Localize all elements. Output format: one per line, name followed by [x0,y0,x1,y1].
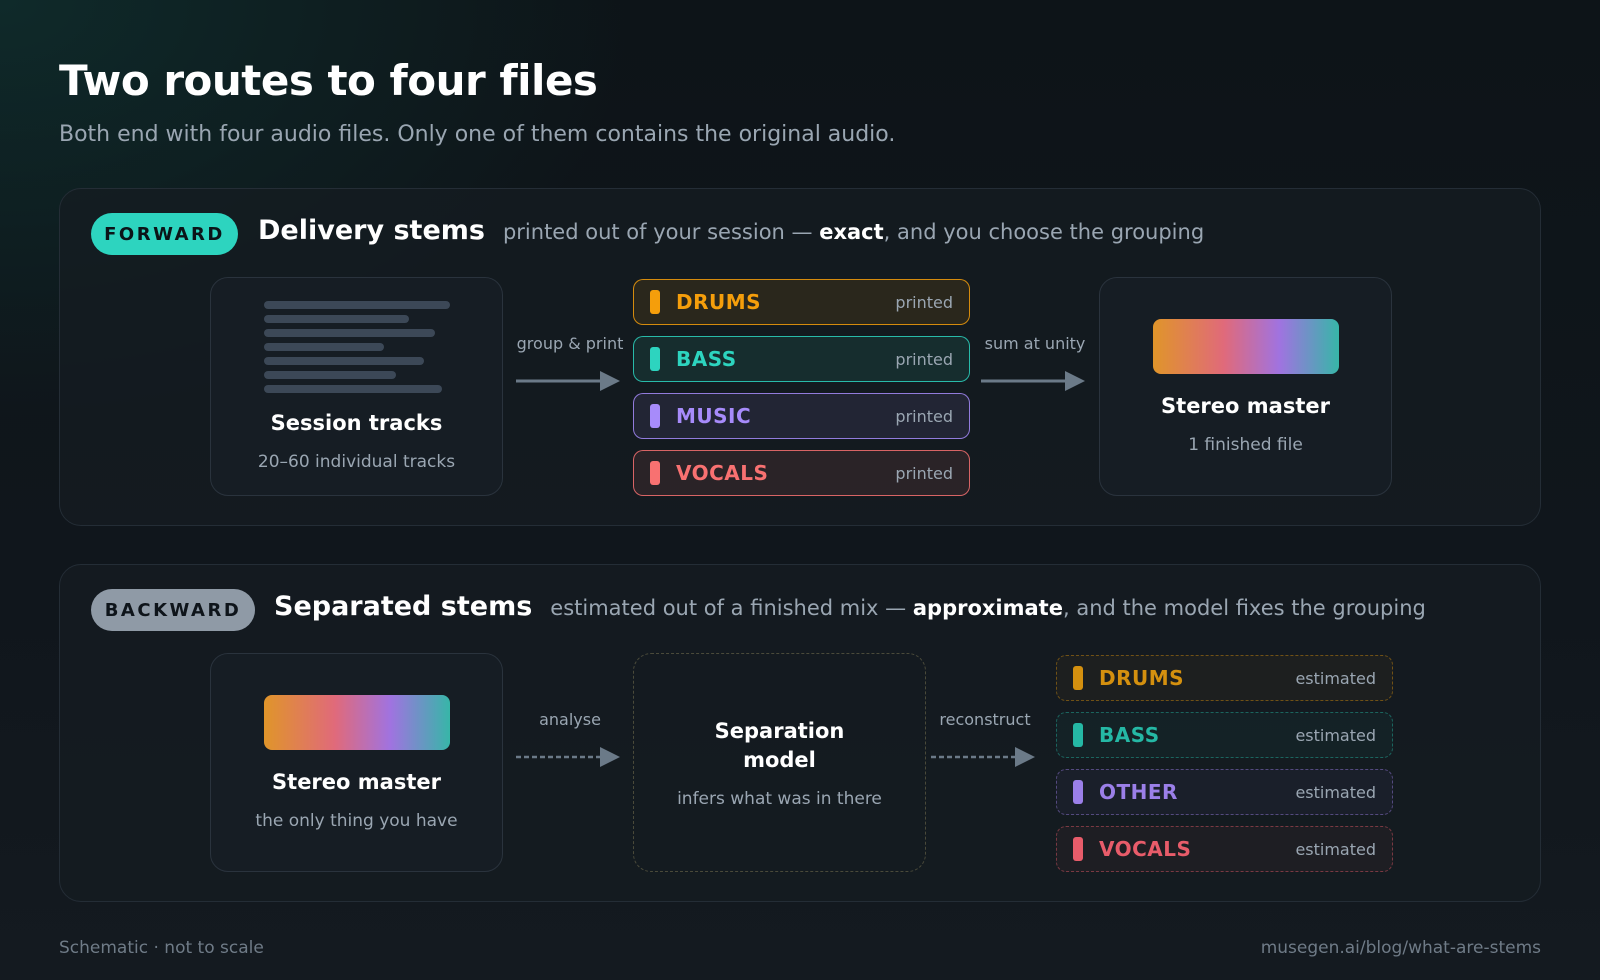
stem-drums: DRUMS printed [633,279,970,325]
stem-color-bar [650,404,660,428]
stem-vocals: VOCALS printed [633,450,970,496]
session-tracks-box: Session tracks 20–60 individual tracks [210,277,503,496]
page-title: Two routes to four files [59,56,598,105]
stem-color-bar [1073,780,1083,804]
arrow-right-icon [981,371,1085,391]
stem-name: BASS [1099,723,1160,747]
analyse-arrow: analyse [500,710,640,770]
backward-name: Separated stems [274,591,533,622]
forward-pill: FORWARD [91,213,238,255]
stem-tag: estimated [1295,782,1376,802]
stem-tag: printed [895,463,953,483]
stem-color-bar [1073,837,1083,861]
forward-panel: FORWARD Delivery stems printed out of yo… [59,188,1541,526]
stem-color-bar [1073,723,1083,747]
separation-model-box: Separation model infers what was in ther… [633,653,926,872]
stereo-master-result-box: Stereo master 1 finished file [1099,277,1392,496]
waveform-gradient-icon [263,694,450,750]
stem-color-bar [650,461,660,485]
stem-name: DRUMS [676,290,762,314]
stem-name: DRUMS [1099,666,1185,690]
stem-bass: BASS printed [633,336,970,382]
backward-panel: BACKWARD Separated stems estimated out o… [59,564,1541,902]
stem-name: MUSIC [676,404,752,428]
stem-tag: printed [895,349,953,369]
dashed-arrow-right-icon [516,747,620,767]
sum-unity-label: sum at unity [984,334,1086,353]
stem-tag: estimated [1295,668,1376,688]
stereo-master-source-box: Stereo master the only thing you have [210,653,503,872]
stem-name: OTHER [1099,780,1178,804]
stem-tag: estimated [1295,839,1376,859]
sum-unity-arrow: sum at unity [965,334,1105,394]
stereo-master-title: Stereo master [1161,393,1330,418]
stem-other: OTHER estimated [1056,769,1393,815]
stem-color-bar [650,290,660,314]
forward-heading: Delivery stems printed out of your sessi… [258,215,1204,246]
reconstruct-label: reconstruct [939,710,1031,729]
stem-color-bar [650,347,660,371]
stem-name: VOCALS [1099,837,1192,861]
stereo-master-title: Stereo master [272,769,441,794]
stereo-master-sub: the only thing you have [255,810,458,831]
stem-color-bar [1073,666,1083,690]
footer-note: Schematic · not to scale [59,938,264,958]
backward-pill: BACKWARD [91,589,255,631]
dashed-arrow-right-icon [931,747,1035,767]
analyse-label: analyse [539,710,601,729]
separation-model-sub: infers what was in there [677,788,882,809]
stem-tag: printed [895,406,953,426]
arrow-right-icon [516,371,620,391]
stem-vocals: VOCALS estimated [1056,826,1393,872]
waveform-gradient-icon [1152,318,1339,374]
group-print-arrow: group & print [500,334,640,394]
reconstruct-arrow: reconstruct [915,710,1055,770]
stem-tag: estimated [1295,725,1376,745]
separation-model-title: Separation model [714,718,845,772]
stereo-master-sub: 1 finished file [1188,434,1303,455]
forward-name: Delivery stems [258,215,485,246]
footer-link[interactable]: musegen.ai/blog/what-are-stems [1261,938,1541,958]
stem-bass: BASS estimated [1056,712,1393,758]
stem-name: BASS [676,347,737,371]
page-subtitle: Both end with four audio files. Only one… [59,122,896,147]
forward-description: printed out of your session — exact, and… [502,220,1205,244]
backward-description: estimated out of a finished mix — approx… [550,596,1426,620]
session-tracks-sub: 20–60 individual tracks [257,452,456,472]
stem-tag: printed [895,292,953,312]
session-tracks-title: Session tracks [270,411,443,435]
stem-music: MUSIC printed [633,393,970,439]
stem-drums: DRUMS estimated [1056,655,1393,701]
group-print-label: group & print [516,334,624,353]
track-lines-icon [263,301,450,393]
backward-heading: Separated stems estimated out of a finis… [274,591,1426,622]
stem-name: VOCALS [676,461,769,485]
